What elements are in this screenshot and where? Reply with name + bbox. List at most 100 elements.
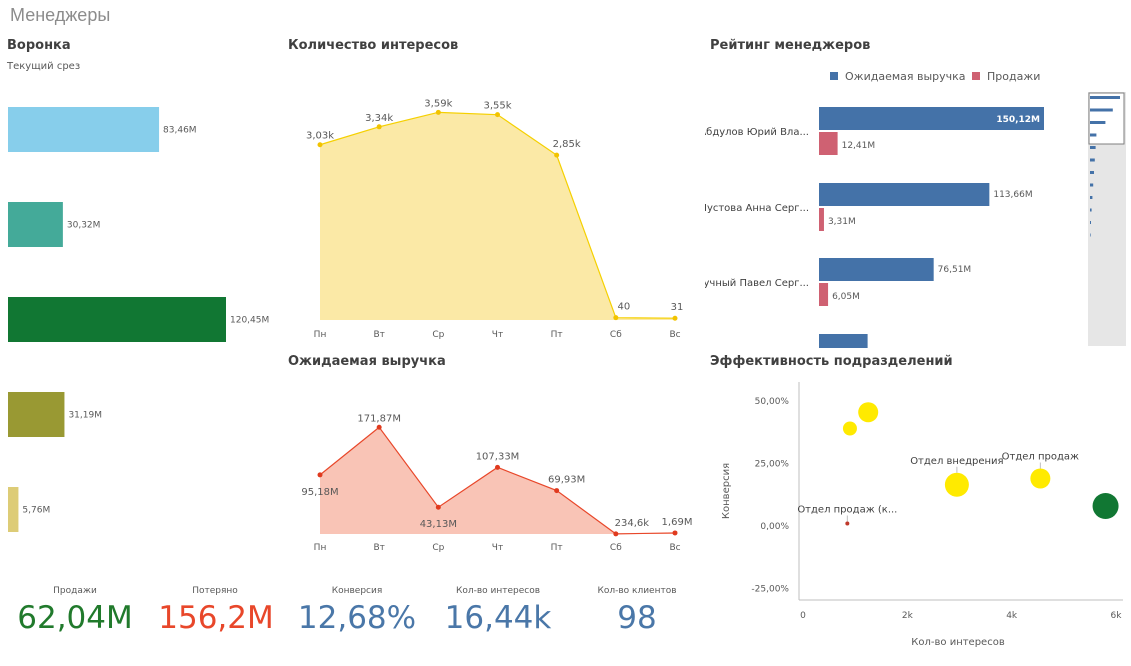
kpi-value-lost: 156,2M (158, 600, 274, 636)
legend-swatch-expected (830, 72, 838, 80)
data-point[interactable] (317, 142, 323, 148)
data-point[interactable] (317, 472, 323, 478)
data-label: 3,34k (365, 113, 393, 124)
funnel-bar-label: 83,46M (163, 126, 197, 136)
x-tick-label: Ср (432, 543, 444, 553)
data-point[interactable] (435, 109, 441, 115)
funnel-bar-label: 120,45M (230, 316, 269, 326)
kpi-value-clients: 98 (617, 600, 657, 636)
scatter-point[interactable] (845, 521, 850, 526)
kpi-label-clients: Кол-во клиентов (597, 586, 677, 596)
rating-bar-sales[interactable] (819, 132, 838, 155)
data-label: 1,69M (662, 517, 693, 528)
legend-label-expected: Ожидаемая выручка (845, 70, 966, 83)
y-axis-title: Конверсия (721, 463, 732, 519)
data-label: 43,13M (420, 519, 457, 530)
funnel-bar-label: 30,32M (67, 221, 101, 231)
efficiency-chart[interactable]: 50,00% 25,00% 0,00% -25,00% 0 2k 4k 6k Кол-во ин… (705, 372, 1129, 662)
scatter-point[interactable] (1092, 493, 1119, 519)
data-label: 234,6k (615, 518, 650, 529)
y-tick-label: -25,00% (751, 585, 789, 595)
kpi-label-lost: Потеряно (192, 586, 238, 596)
rating-scrollbar-mini-bar (1090, 183, 1094, 187)
x-tick-label: Вт (373, 330, 384, 340)
revenue-chart[interactable]: 95,18M Пн 171,87M Вт 43,13M Ср 107,33M Чт 69,93M… (290, 390, 700, 560)
rating-scrollbar-mini-bar (1090, 221, 1091, 224)
data-point[interactable] (435, 504, 441, 510)
funnel-subtitle: Текущий срез (7, 61, 81, 72)
x-tick-label: Пн (314, 543, 327, 553)
data-label: 3,59k (424, 98, 452, 109)
funnel-bar[interactable] (8, 487, 19, 532)
data-label: 69,93M (548, 475, 585, 486)
rating-scrollbar-mini-bar (1090, 121, 1106, 124)
x-tick-label: Вт (373, 543, 384, 553)
revenue-title: Ожидаемая выручка (288, 354, 446, 369)
rating-scrollbar-mini-bar (1090, 208, 1092, 212)
funnel-bar[interactable] (8, 107, 160, 152)
x-tick-label: Сб (610, 330, 622, 340)
data-label: 171,87M (357, 413, 401, 424)
rating-category-label: Шустова Анна Серг... (705, 203, 809, 214)
kpi-value-interests: 16,44k (444, 600, 552, 636)
x-tick-label: 0 (800, 611, 806, 621)
data-point[interactable] (495, 464, 500, 470)
data-point[interactable] (672, 315, 678, 321)
x-tick-label: Ср (432, 330, 444, 340)
x-tick-label: Пн (314, 330, 327, 340)
data-point[interactable] (613, 315, 619, 321)
funnel-bar[interactable] (8, 202, 63, 247)
area-fill (320, 112, 675, 320)
kpi-value-conversion: 12,68% (297, 600, 417, 636)
scatter-point[interactable] (858, 402, 879, 423)
funnel-bar-label: 5,76M (22, 506, 50, 516)
data-point[interactable] (554, 152, 560, 158)
legend-label-sales: Продажи (987, 70, 1040, 83)
data-point[interactable] (495, 112, 500, 118)
scatter-point-label: Отдел продаж (1002, 452, 1079, 463)
data-label: 3,03k (306, 131, 334, 142)
funnel-chart[interactable]: 83,46M 30,32M 120,45M 31,19M 5,76M (0, 80, 280, 550)
scatter-point[interactable] (842, 421, 857, 436)
funnel-title: Воронка (7, 38, 71, 53)
rating-bar-sales[interactable] (819, 208, 824, 231)
funnel-bar[interactable] (8, 297, 226, 342)
rating-scrollbar-mini-bar (1090, 146, 1096, 149)
rating-bar-expected-label: 113,66M (993, 190, 1032, 200)
rating-bar-sales[interactable] (819, 283, 829, 306)
rating-bar-expected[interactable] (819, 258, 934, 281)
rating-scrollbar-mini-bar (1090, 233, 1091, 237)
data-point[interactable] (376, 124, 382, 130)
rating-title: Рейтинг менеджеров (710, 38, 871, 53)
rating-bar-expected-partial[interactable] (819, 334, 868, 348)
x-tick-label: Вс (669, 543, 680, 553)
kpi-label-interests: Кол-во интересов (455, 586, 541, 596)
scatter-point[interactable] (1030, 468, 1051, 489)
interests-title: Количество интересов (288, 38, 459, 53)
x-tick-label: Сб (610, 543, 622, 553)
x-tick-label: 6k (1111, 611, 1123, 621)
data-point[interactable] (376, 424, 382, 430)
kpi-label-sales: Продажи (53, 586, 97, 596)
x-tick-label: Пт (551, 543, 563, 553)
rating-scrollbar-mini-bar (1090, 108, 1113, 112)
rating-scrollbar-mini-bar (1090, 171, 1094, 174)
rating-chart[interactable]: Ожидаемая выручка Продажи 150,12M 12,41M Абд… (705, 62, 1127, 348)
scatter-point-label: Отдел внедрения (910, 456, 1003, 467)
funnel-bar[interactable] (8, 392, 65, 437)
scatter-point[interactable] (944, 472, 969, 497)
interests-chart[interactable]: 3,03k Пн 3,34k Вт 3,59k Ср 3,55k Чт 2,85k Пт 40 Сб 3… (290, 80, 700, 345)
rating-bar-expected-label: 150,12M (996, 115, 1040, 125)
data-label: 3,55k (483, 101, 511, 112)
data-point[interactable] (672, 530, 678, 536)
rating-bar-expected[interactable] (819, 183, 990, 206)
x-axis-title: Кол-во интересов (911, 637, 1005, 648)
rating-scrollbar-mini-bar (1090, 96, 1120, 99)
scatter-point-label: Отдел продаж (к... (797, 505, 897, 516)
rating-scrollbar-mini-bar (1090, 133, 1097, 137)
data-label: 40 (617, 302, 630, 313)
kpi-value-sales: 62,04M (17, 600, 133, 636)
x-tick-label: Чт (492, 330, 503, 340)
data-point[interactable] (554, 488, 560, 494)
data-point[interactable] (613, 531, 619, 537)
